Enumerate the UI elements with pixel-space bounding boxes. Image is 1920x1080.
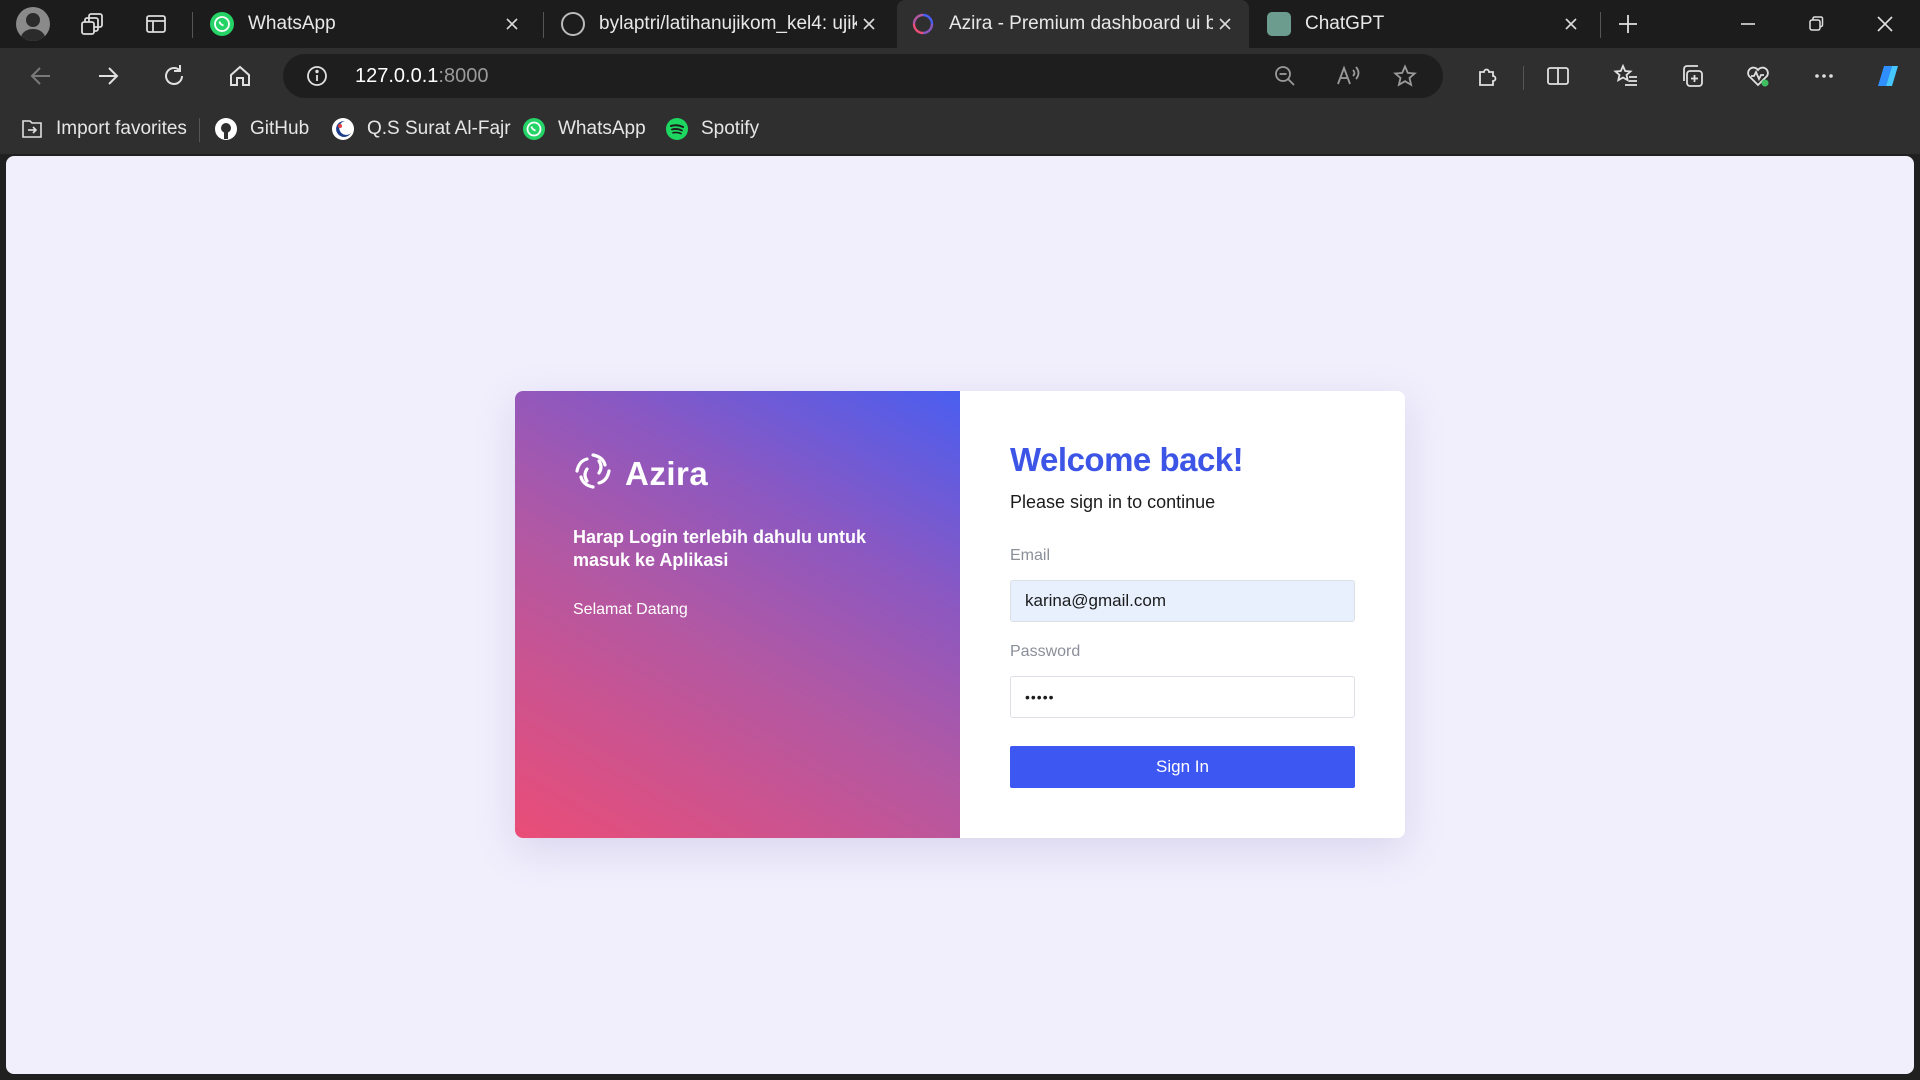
tab-separator [1600,12,1601,38]
favorite-label: Q.S Surat Al-Fajr [367,118,511,139]
close-tab-icon[interactable] [500,12,524,36]
brand-name: Azira [625,454,709,492]
page-title: Welcome back! [1010,441,1244,478]
browser-essentials-icon[interactable] [1742,60,1774,92]
tab-chatgpt[interactable]: ChatGPT [1253,0,1595,48]
forward-icon[interactable] [92,60,124,92]
brand-logo: Azira [573,451,708,496]
tab-actions-icon[interactable] [141,9,171,39]
home-icon[interactable] [224,60,256,92]
favorites-icon[interactable] [1610,60,1642,92]
url-host: 127.0.0.1 [355,65,439,87]
login-card: Azira Harap Login terlebih dahulu untuk … [515,391,1405,838]
more-menu-icon[interactable] [1808,60,1840,92]
restore-icon[interactable] [1801,10,1831,38]
favorite-label: WhatsApp [558,118,646,139]
refresh-icon[interactable] [158,60,190,92]
close-tab-icon[interactable] [1213,12,1237,36]
tab-title: Azira - Premium dashboard ui bootstrap [949,13,1213,34]
minimize-icon[interactable] [1733,10,1763,38]
password-field[interactable] [1010,676,1355,718]
page-viewport: Azira Harap Login terlebih dahulu untuk … [6,156,1914,1074]
browser-window: WhatsApp bylaptri/latihanujikom_kel4: uj… [0,0,1920,1080]
login-form-panel: Welcome back! Please sign in to continue… [960,391,1405,838]
tab-title: bylaptri/latihanujikom_kel4: ujikom [599,13,857,34]
profile-avatar[interactable] [16,7,50,41]
tab-separator [543,12,544,38]
spotify-icon [665,117,689,141]
github-icon [214,117,238,141]
email-field[interactable] [1010,580,1355,622]
favorites-bar: Import favorites GitHub Q.S Surat Al-Faj… [0,104,1920,154]
import-favorites-icon [20,117,44,141]
zoom-out-icon[interactable] [1273,64,1297,93]
password-label: Password [1010,643,1081,660]
back-icon[interactable] [25,60,57,92]
site-info-icon[interactable] [305,64,329,93]
page-subtitle: Please sign in to continue [1010,492,1216,512]
welcome-note: Selamat Datang [573,601,688,618]
address-bar[interactable]: 127.0.0.1:8000 [283,54,1443,98]
split-screen-icon[interactable] [1542,60,1574,92]
read-aloud-icon[interactable] [1335,64,1361,93]
whatsapp-icon [210,12,234,36]
new-tab-icon[interactable] [1613,9,1643,39]
tab-title: WhatsApp [248,13,336,34]
toolbar-separator [1523,66,1524,90]
login-lead-text: Harap Login terlebih dahulu untuk masuk … [573,527,867,570]
tab-azira[interactable]: Azira - Premium dashboard ui bootstrap [897,0,1249,48]
azira-icon [911,12,935,36]
close-tab-icon[interactable] [1559,12,1583,36]
copilot-icon[interactable] [1870,58,1906,94]
azira-logo-icon [573,451,613,496]
github-icon [561,12,585,36]
tab-separator [192,12,193,38]
quran-icon [331,117,355,141]
favorite-star-icon[interactable] [1393,64,1417,93]
close-window-icon[interactable] [1870,10,1900,38]
tab-whatsapp[interactable]: WhatsApp [196,0,536,48]
email-label: Email [1010,547,1051,564]
favorite-spotify[interactable]: Spotify [665,116,759,142]
favorite-label: Spotify [701,118,760,139]
favorite-import-favorites[interactable]: Import favorites [20,116,187,142]
tab-title: ChatGPT [1305,13,1385,34]
collections-icon[interactable] [1676,60,1708,92]
chatgpt-icon [1267,12,1291,36]
favorite-qs-surat-al-fajr[interactable]: Q.S Surat Al-Fajr [331,116,511,142]
workspaces-icon[interactable] [78,9,108,39]
tab-github-repo[interactable]: bylaptri/latihanujikom_kel4: ujikom [547,0,893,48]
extensions-icon[interactable] [1472,60,1504,92]
favorite-label: GitHub [250,118,310,139]
favorites-separator [199,118,200,142]
navigation-toolbar: 127.0.0.1:8000 [0,48,1920,104]
whatsapp-icon [522,117,546,141]
url-text[interactable]: 127.0.0.1:8000 [355,65,488,88]
favorite-github[interactable]: GitHub [214,116,309,142]
login-hero-panel: Azira Harap Login terlebih dahulu untuk … [515,391,960,838]
favorite-whatsapp[interactable]: WhatsApp [522,116,646,142]
close-tab-icon[interactable] [857,12,881,36]
url-port: :8000 [438,65,489,87]
sign-in-button[interactable]: Sign In [1010,746,1355,788]
favorite-label: Import favorites [56,118,187,139]
tab-strip: WhatsApp bylaptri/latihanujikom_kel4: uj… [0,0,1920,48]
